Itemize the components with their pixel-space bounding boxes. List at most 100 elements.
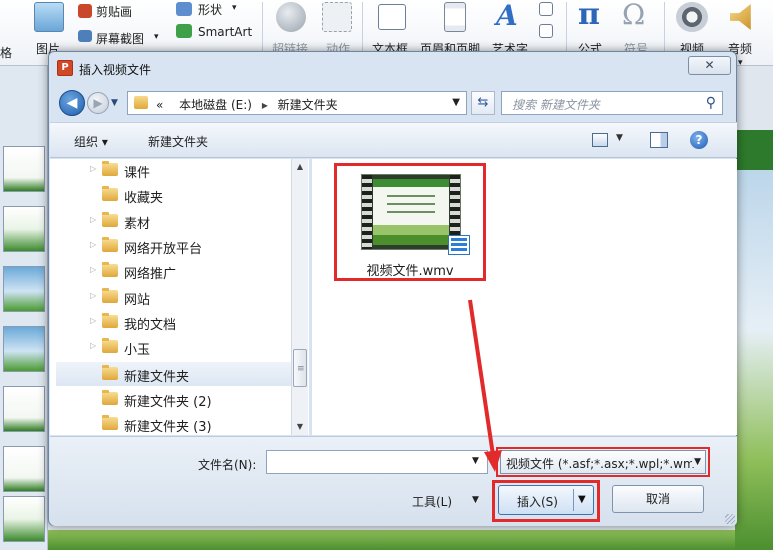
tree-item[interactable]: ▷ 课件 xyxy=(58,159,294,182)
slide-thumbnail-pane xyxy=(0,66,48,550)
tree-item[interactable]: ▷ 网络推广 xyxy=(58,259,294,283)
screenshot-button[interactable]: 屏幕截图 xyxy=(96,30,144,47)
tree-item[interactable]: ▷ 我的文档 xyxy=(58,310,294,334)
search-icon[interactable]: ⚲ xyxy=(706,95,716,111)
change-view-icon[interactable] xyxy=(592,133,608,147)
video-thumbnail xyxy=(361,174,470,255)
preview-pane-icon[interactable] xyxy=(650,132,668,148)
forward-button[interactable]: ▶ xyxy=(87,92,109,114)
breadcrumb-drive[interactable]: 本地磁盘 (E:) xyxy=(179,98,252,112)
search-placeholder: 搜索 新建文件夹 xyxy=(512,98,600,112)
view-dropdown-icon[interactable]: ▼ xyxy=(616,133,623,143)
tree-item[interactable]: 新建文件夹 (2) xyxy=(58,387,294,411)
resize-grip-icon[interactable] xyxy=(725,514,735,524)
tree-item-label: 新建文件夹 (2) xyxy=(124,395,212,410)
address-bar[interactable]: « 本地磁盘 (E:) ▸ 新建文件夹 ▼ xyxy=(127,91,467,115)
tools-dropdown-icon[interactable]: ▼ xyxy=(472,495,479,505)
search-input[interactable]: 搜索 新建文件夹 ⚲ xyxy=(501,91,723,115)
ribbon-group-label: 格 xyxy=(0,46,13,60)
filename-dropdown-icon[interactable]: ▼ xyxy=(472,456,479,466)
breadcrumb-folder[interactable]: 新建文件夹 xyxy=(278,98,338,112)
file-item-video[interactable]: 视频文件.wmv xyxy=(334,163,486,281)
insert-dropdown-icon[interactable]: ▼ xyxy=(578,494,586,505)
tree-item-label: 我的文档 xyxy=(124,318,177,333)
grip-icon: ≡ xyxy=(297,364,305,374)
filename-field[interactable] xyxy=(266,450,488,474)
expand-arrow-icon[interactable]: ▷ xyxy=(90,240,96,249)
folder-icon xyxy=(102,313,118,328)
tree-item-label: 课件 xyxy=(124,166,151,181)
history-dropdown-icon[interactable]: ▼ xyxy=(111,98,118,108)
shapes-button[interactable]: 形状 xyxy=(198,1,222,18)
tree-item-label: 网络开放平台 xyxy=(124,242,203,257)
symbol-icon: Ω xyxy=(622,0,646,31)
folder-icon xyxy=(102,338,118,353)
dialog-footer: 文件名(N): ▼ 视频文件 (*.asf;*.asx;*.wpl;*.wm ▼… xyxy=(50,436,737,526)
expand-arrow-icon[interactable]: ▷ xyxy=(90,265,96,274)
folder-icon xyxy=(102,288,118,303)
new-folder-button[interactable]: 新建文件夹 xyxy=(148,133,208,150)
tree-item-label: 小玉 xyxy=(124,343,151,358)
tree-item-label: 新建文件夹 (3) xyxy=(124,420,212,435)
expand-arrow-icon[interactable]: ▷ xyxy=(90,341,96,350)
slide-thumbnail[interactable] xyxy=(3,386,45,432)
scrollbar-thumb[interactable]: ≡ xyxy=(293,349,307,387)
back-button[interactable]: ◀ xyxy=(59,90,85,116)
command-toolbar: 组织 ▾ 新建文件夹 ▼ ? xyxy=(50,122,737,158)
expand-arrow-icon[interactable]: ▷ xyxy=(90,291,96,300)
cancel-button[interactable]: 取消 xyxy=(612,485,704,513)
dialog-title: 插入视频文件 xyxy=(79,63,152,77)
address-dropdown-icon[interactable]: ▼ xyxy=(452,97,460,108)
folder-icon xyxy=(102,365,118,380)
screenshot-dropdown-icon[interactable]: ▾ xyxy=(154,32,159,42)
slide-thumbnail[interactable] xyxy=(3,326,45,372)
folder-icon xyxy=(102,186,118,201)
tree-item-label: 收藏夹 xyxy=(124,191,164,206)
folder-icon xyxy=(102,415,118,430)
tree-item[interactable]: 新建文件夹 (3) xyxy=(58,412,294,435)
tools-button[interactable]: 工具(L) xyxy=(412,493,452,510)
tree-item-label: 素材 xyxy=(124,217,151,232)
video-file-icon xyxy=(448,235,470,255)
slide-thumbnail[interactable] xyxy=(3,496,45,542)
clipart-button[interactable]: 剪贴画 xyxy=(96,3,132,20)
tree-item[interactable]: ▷ 网络开放平台 xyxy=(58,234,294,258)
tree-item[interactable]: 收藏夹 xyxy=(58,183,294,207)
shapes-dropdown-icon[interactable]: ▾ xyxy=(232,3,237,13)
folder-tree-scrollbar[interactable]: ▲ ≡ ▼ xyxy=(291,159,308,435)
help-icon[interactable]: ? xyxy=(690,131,708,149)
slide-thumbnail[interactable] xyxy=(3,266,45,312)
filename-label: 文件名(N): xyxy=(198,458,257,472)
tree-item[interactable]: ▷ 网站 xyxy=(58,285,294,309)
folder-icon xyxy=(134,96,148,109)
tree-item-selected[interactable]: 新建文件夹 xyxy=(56,362,298,386)
dialog-titlebar[interactable]: P 插入视频文件 ✕ xyxy=(49,52,736,84)
expand-arrow-icon[interactable]: ▷ xyxy=(90,316,96,325)
organize-button[interactable]: 组织 ▾ xyxy=(74,133,108,150)
tree-item-label: 网站 xyxy=(124,293,151,308)
folder-icon xyxy=(102,390,118,405)
close-button[interactable]: ✕ xyxy=(688,56,731,75)
tree-item[interactable]: ▷ 小玉 xyxy=(58,335,294,359)
breadcrumb-overflow[interactable]: « xyxy=(156,98,163,112)
folder-icon xyxy=(102,262,118,277)
insert-button[interactable]: 插入(S) ▼ xyxy=(498,485,594,515)
slide-thumbnail[interactable] xyxy=(3,206,45,252)
breadcrumb-separator-icon[interactable]: ▸ xyxy=(262,98,268,112)
powerpoint-icon: P xyxy=(57,60,73,76)
expand-arrow-icon[interactable]: ▷ xyxy=(90,164,96,173)
slide-thumbnail[interactable] xyxy=(3,446,45,492)
tree-item-label: 网络推广 xyxy=(124,267,177,282)
slide-thumbnail[interactable] xyxy=(3,146,45,192)
scroll-up-icon[interactable]: ▲ xyxy=(292,159,308,175)
smartart-button[interactable]: SmartArt xyxy=(198,25,252,39)
insert-label: 插入(S) xyxy=(517,495,558,509)
scroll-down-icon[interactable]: ▼ xyxy=(292,419,308,435)
picture-icon[interactable] xyxy=(34,2,64,32)
audio-dropdown-icon[interactable]: ▾ xyxy=(738,58,743,68)
tree-item[interactable]: ▷ 素材 xyxy=(58,209,294,233)
equation-icon: π xyxy=(578,0,600,32)
textbox-icon xyxy=(378,4,406,30)
expand-arrow-icon[interactable]: ▷ xyxy=(90,215,96,224)
refresh-button[interactable]: ⇆ xyxy=(471,91,495,115)
